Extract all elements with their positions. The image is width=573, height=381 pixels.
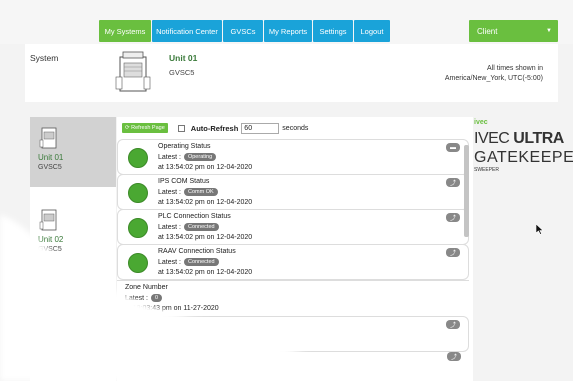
chart-icon[interactable]: ⤴ — [447, 352, 461, 361]
system-header: System Unit 01 GVSC5 All times shown in … — [25, 44, 558, 102]
status-card-raav: RAAV Connection Status Latest : Connected… — [117, 244, 469, 280]
brand-sweeper: SWEEPER — [474, 167, 500, 173]
speed-badge: 0.5 — [129, 330, 145, 338]
auto-refresh-label: Auto-Refresh — [190, 123, 239, 133]
unit-machine-image — [115, 51, 151, 92]
status-title: RAAV Connection Status — [158, 248, 236, 255]
status-card-plc: PLC Connection Status Latest : Connected … — [117, 209, 469, 245]
brand-ultra-a: IVEC — [474, 130, 514, 147]
scrollbar[interactable] — [464, 145, 469, 237]
refresh-page-label: Refresh Page — [131, 125, 165, 131]
brand-small-logo: ivec — [474, 119, 488, 126]
mouse-cursor-icon — [536, 224, 544, 235]
status-indicator-icon — [128, 183, 148, 203]
speed-latest: 0.5 — [126, 330, 145, 338]
zone-badge: 0 — [150, 294, 163, 302]
unit-name: Unit 01 — [38, 153, 64, 162]
unit-thumbnail-icon — [39, 127, 57, 149]
chart-icon[interactable]: ⤴ — [446, 178, 460, 187]
status-title: IPS COM Status — [158, 178, 210, 185]
seconds-label: seconds — [282, 124, 309, 132]
zone-title: Zone Number — [125, 284, 168, 291]
nav-settings[interactable]: Settings — [313, 20, 353, 42]
chart-icon[interactable]: ⤴ — [446, 248, 460, 257]
zone-latest: Latest :0 — [125, 294, 163, 302]
refresh-toolbar: ⟳ Refresh Page Auto-Refresh seconds — [122, 121, 308, 135]
status-latest: Latest : Operating — [158, 153, 217, 161]
status-badge: Comm OK — [183, 188, 218, 196]
top-nav: My Systems Notification Center GVSCs My … — [0, 0, 573, 44]
status-timestamp: at 13:54:02 pm on 12-04-2020 — [158, 234, 253, 241]
status-badge: Operating — [183, 153, 217, 161]
status-panel: ⟳ Refresh Page Auto-Refresh seconds Oper… — [117, 117, 473, 381]
unit-card[interactable]: Unit 01 GVSC5 — [30, 117, 116, 187]
chart-icon[interactable]: ⤴ — [446, 320, 460, 329]
unit-code: GVSC5 — [38, 164, 62, 171]
brand-ultra: IVEC ULTRA — [474, 130, 564, 148]
nav-gvscs[interactable]: GVSCs — [223, 20, 263, 42]
auto-refresh-interval-input[interactable] — [241, 122, 280, 134]
status-badge: Connected — [183, 223, 219, 231]
status-timestamp: at 13:54:02 pm on 12-04-2020 — [158, 269, 253, 276]
status-timestamp: at 13:54:02 pm on 12-04-2020 — [158, 199, 253, 206]
status-badge: Connected — [183, 258, 219, 266]
status-indicator-icon — [128, 253, 148, 273]
zone-timestamp: at 19:03:43 pm on 11-27-2020 — [125, 305, 219, 312]
status-latest: Latest : Comm OK — [158, 188, 218, 196]
timezone-line-2: America/New_York, UTC(-5:00) — [444, 75, 543, 82]
units-panel: Unit 01 GVSC5 Unit 02 GVSC5 — [30, 117, 116, 381]
client-dropdown[interactable]: Client ▼ — [469, 20, 558, 42]
speed-timestamp: 2020 — [203, 341, 219, 348]
chart-icon[interactable]: ▬ — [446, 143, 460, 152]
speed-title: Speed (FPM) — [126, 320, 168, 327]
latest-label: Latest : — [158, 188, 181, 196]
latest-label: Latest : — [158, 258, 181, 266]
auto-refresh-checkbox[interactable] — [177, 124, 185, 132]
status-title: Operating Status — [158, 143, 211, 150]
brand-logo: ivec IVEC ULTRA GATEKEEPER SWEEPER — [474, 117, 573, 187]
status-card-operating: Operating Status Latest : Operating at 13… — [117, 139, 469, 175]
status-card-speed: Speed (FPM) 0.5 2020 ⤴ — [117, 316, 469, 352]
brand-gatekeeper: GATEKEEPER — [474, 149, 573, 166]
latest-label: Latest : — [158, 223, 181, 231]
page: My Systems Notification Center GVSCs My … — [0, 0, 573, 381]
latest-label: Latest : — [125, 294, 148, 302]
status-timestamp: at 13:54:02 pm on 12-04-2020 — [158, 164, 253, 171]
unit-thumbnail-icon — [39, 209, 57, 231]
chevron-down-icon: ▼ — [546, 28, 552, 34]
nav-my-systems[interactable]: My Systems — [99, 20, 151, 42]
unit-card[interactable]: Unit 02 GVSC5 — [30, 199, 116, 269]
status-latest: Latest : Connected — [158, 258, 219, 266]
client-label: Client — [477, 26, 498, 36]
brand-ultra-b: ULTRA — [513, 130, 564, 147]
chart-icon[interactable]: ⤴ — [446, 213, 460, 222]
unit-name: Unit 02 — [38, 235, 64, 244]
timezone-note: All times shown in America/New_York, UTC… — [445, 64, 543, 84]
unit-code: GVSC5 — [38, 246, 62, 253]
nav-my-reports[interactable]: My Reports — [264, 20, 312, 42]
latest-label: Latest : — [158, 153, 181, 161]
system-label: System — [30, 53, 59, 63]
status-indicator-icon — [128, 218, 148, 238]
status-card-ips-com: IPS COM Status Latest : Comm OK at 13:54:… — [117, 174, 469, 210]
timezone-line-1: All times shown in — [486, 65, 543, 72]
refresh-page-button[interactable]: ⟳ Refresh Page — [122, 123, 168, 133]
unit-title: Unit 01 — [169, 53, 198, 63]
nav-logout[interactable]: Logout — [354, 20, 390, 42]
status-latest: Latest : Connected — [158, 223, 219, 231]
nav-notification-center[interactable]: Notification Center — [152, 20, 222, 42]
status-indicator-icon — [128, 148, 148, 168]
status-title: PLC Connection Status — [158, 213, 231, 220]
zone-number-row: Zone Number Latest :0 at 19:03:43 pm on … — [117, 280, 469, 316]
unit-subtitle: GVSC5 — [169, 68, 195, 77]
